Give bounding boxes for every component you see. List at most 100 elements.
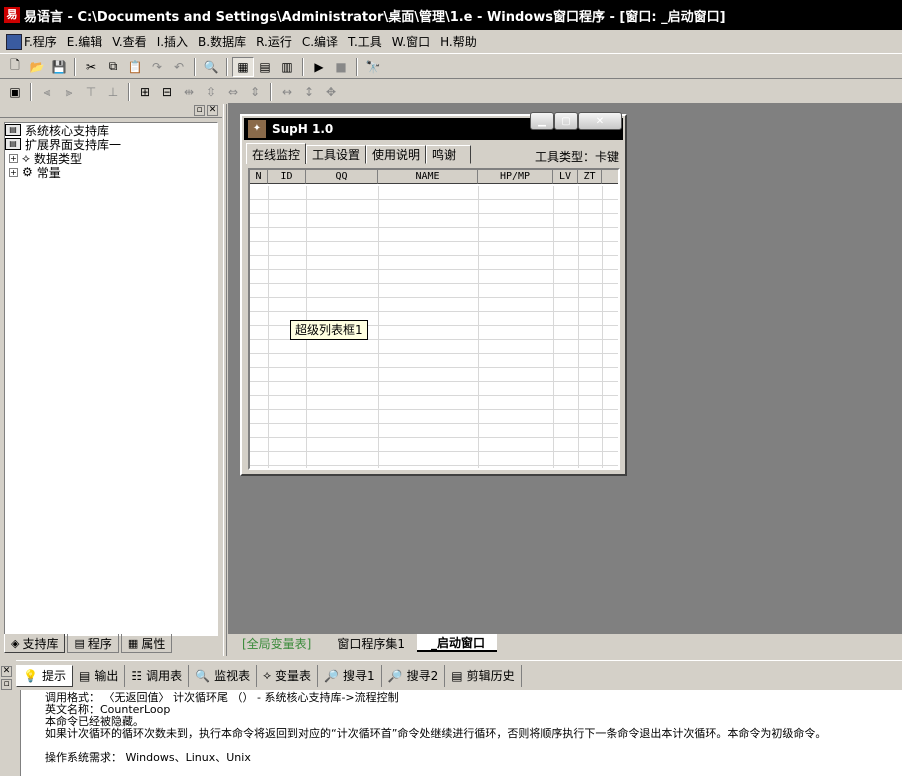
close-button[interactable]: ✕ [578,112,622,130]
binoculars-icon[interactable]: 🔭 [362,57,384,77]
minimize-button[interactable]: ▁ [530,112,554,130]
center-vertical-icon[interactable]: ⊟ [156,82,178,102]
app-icon: 易 [4,7,20,23]
support-library-panel: ▫ ✕ ▤ 系统核心支持库 ▤ 扩展界面支持库一 + ⟡ 数据类型 + ⚙ 常量 ◈ 支持库 … [0,104,222,656]
find-icon[interactable]: 🔍 [200,57,222,77]
column-header[interactable]: ID [268,170,306,184]
library-icon: ◈ [11,636,20,650]
space-vertical-icon[interactable]: ⇕ [244,82,266,102]
close-icon[interactable]: ✕ [1,666,12,677]
menu-compile[interactable]: C.编译 [302,33,338,50]
document-tabs: [全局变量表] 窗口程序集1 _启动窗口 [228,634,902,656]
tab-variables[interactable]: ⟡ 变量表 [257,664,319,687]
control-name-tooltip: 超级列表框1 [290,320,368,340]
designer-form[interactable]: ✦ SupH 1.0 ▁ ▢ ✕ 在线监控 工具设置 使用说明 鸣谢 工具类型：… [240,112,627,476]
save-icon[interactable]: 💾 [48,57,70,77]
menu-bar: F.程序 E.编辑 V.查看 I.插入 B.数据库 R.运行 C.编译 T.工具… [0,30,902,54]
column-header[interactable]: LV [553,170,578,184]
tab-program[interactable]: ▤ 程序 [67,634,119,653]
search-icon: 🔎 [387,668,403,683]
tab-call-stack[interactable]: ☷ 调用表 [125,664,190,687]
tab-window-assembly[interactable]: 窗口程序集1 [323,634,417,652]
tab-tool-settings[interactable]: 工具设置 [306,145,367,164]
datatype-icon: ⟡ [22,150,30,165]
panel-header: ▫ ✕ [0,104,222,118]
hint-text-area[interactable]: 调用格式： 〈无返回值〉 计次循环尾 （） - 系统核心支持库->流程控制 英文… [20,690,902,776]
menu-tools[interactable]: T.工具 [348,33,382,50]
book-icon: ▤ [5,138,21,150]
menu-view[interactable]: V.查看 [112,33,146,50]
tab-startup-window[interactable]: _启动窗口 [417,634,498,652]
undo-icon[interactable]: ↶ [168,57,190,77]
restore-icon[interactable]: ▫ [1,679,12,690]
menu-insert[interactable]: I.插入 [157,33,188,50]
output-icon: ▤ [78,668,91,683]
menu-window[interactable]: W.窗口 [392,33,430,50]
center-horizontal-icon[interactable]: ⊞ [134,82,156,102]
tab-watch[interactable]: 🔍 监视表 [189,664,258,687]
menu-program[interactable]: F.程序 [6,33,57,50]
tab-credits[interactable]: 鸣谢 [426,145,472,164]
form-caption: ✦ SupH 1.0 ▁ ▢ ✕ [244,112,623,140]
tab-properties[interactable]: ▦ 属性 [120,634,173,653]
hint-line: 英文名称：CounterLoop [45,703,171,716]
tab-global-variables[interactable]: [全局变量表] [228,634,323,652]
form-grid-icon[interactable]: ▣ [4,82,26,102]
properties-icon: ▦ [127,636,139,650]
menu-database[interactable]: B.数据库 [198,33,246,50]
tab-search2[interactable]: 🔎 搜寻2 [382,664,446,687]
expand-icon[interactable]: + [9,153,18,163]
align-top-icon[interactable]: ⊤ [80,82,102,102]
column-header[interactable]: HP/MP [478,170,553,184]
column-header[interactable]: N [250,170,268,184]
panel-view-icon[interactable]: ▤ [254,57,276,77]
constant-icon: ⚙ [22,165,33,179]
hint-line: 调用格式： 〈无返回值〉 计次循环尾 （） - 系统核心支持库->流程控制 [45,691,399,704]
split-view-icon[interactable]: ▥ [276,57,298,77]
run-icon[interactable]: ▶ [308,57,330,77]
title-bar: 易 易语言 - C:\Documents and Settings\Admini… [0,0,902,30]
restore-icon[interactable]: ▫ [194,105,205,116]
column-header[interactable]: NAME [378,170,478,184]
layout-view-icon[interactable]: ▦ [232,56,254,77]
tab-output[interactable]: ▤ 输出 [73,664,126,687]
resize-width-icon[interactable]: ↔ [276,82,298,102]
expand-icon[interactable]: + [9,167,18,177]
form-title: SupH 1.0 [272,122,334,136]
tab-instructions[interactable]: 使用说明 [366,145,427,164]
super-listview[interactable]: N ID QQ NAME HP/MP LV ZT 超级列表框1 [248,168,620,470]
clipboard-icon: ▤ [451,668,463,683]
tree-item-constants[interactable]: + ⚙ 常量 [5,165,217,180]
align-toolbar: ▣ ⫷ ⫸ ⊤ ⊥ ⊞ ⊟ ⇹ ⇳ ⇔ ⇕ ↔ ↕ ✥ [0,80,902,104]
close-icon[interactable]: ✕ [207,105,218,116]
tab-search1[interactable]: 🔎 搜寻1 [318,664,382,687]
align-right-icon[interactable]: ⫸ [58,82,80,102]
resize-height-icon[interactable]: ↕ [298,82,320,102]
align-bottom-icon[interactable]: ⊥ [102,82,124,102]
same-width-icon[interactable]: ⇹ [178,82,200,102]
menu-run[interactable]: R.运行 [256,33,292,50]
new-file-icon[interactable]: 🗋 [4,57,26,77]
column-header[interactable]: ZT [578,170,602,184]
hint-line: 操作系统需求： Windows、Linux、Unix [45,751,251,764]
space-horizontal-icon[interactable]: ⇔ [222,82,244,102]
tab-hint[interactable]: 💡 提示 [16,664,73,687]
column-header[interactable]: QQ [306,170,378,184]
tab-clip-history[interactable]: ▤ 剪辑历史 [445,664,522,687]
cut-icon[interactable]: ✂ [80,57,102,77]
same-height-icon[interactable]: ⇳ [200,82,222,102]
menu-help[interactable]: H.帮助 [440,33,477,50]
bottom-panel-controls: ✕ ▫ [0,662,14,692]
tab-support-lib[interactable]: ◈ 支持库 [4,634,66,653]
panel-splitter[interactable] [223,104,227,656]
align-left-icon[interactable]: ⫷ [36,82,58,102]
paste-icon[interactable]: 📋 [124,57,146,77]
open-folder-icon[interactable]: 📂 [26,57,48,77]
redo-icon[interactable]: ↷ [146,57,168,77]
tab-online-monitor[interactable]: 在线监控 [246,143,307,164]
copy-icon[interactable]: ⧉ [102,57,124,77]
stop-icon[interactable]: ■ [330,57,352,77]
menu-edit[interactable]: E.编辑 [67,33,102,50]
maximize-button[interactable]: ▢ [554,112,578,130]
resize-both-icon[interactable]: ✥ [320,82,342,102]
